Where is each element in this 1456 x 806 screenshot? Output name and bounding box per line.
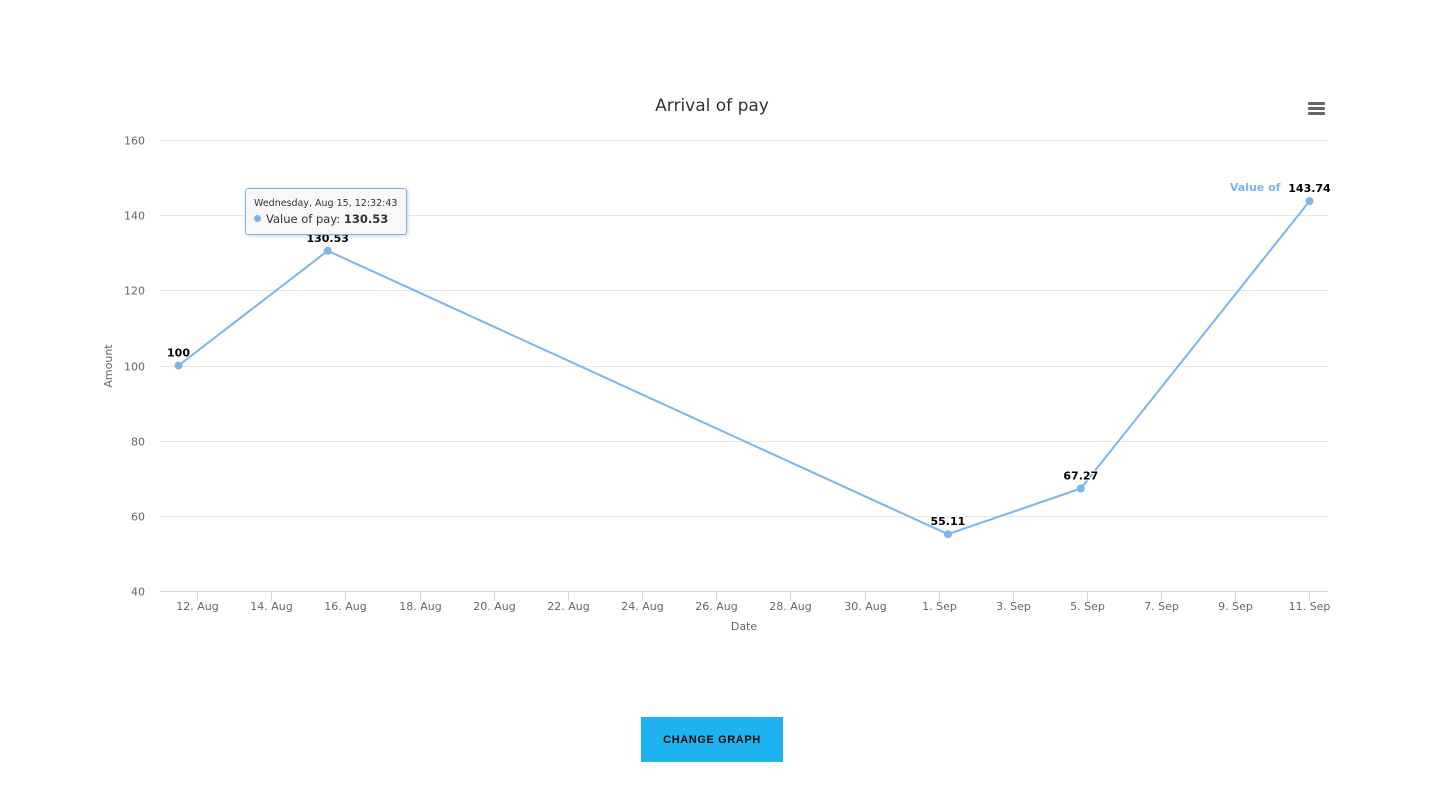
x-tick-label: 22. Aug xyxy=(547,600,589,613)
data-point xyxy=(943,530,952,539)
x-tick-label: 30. Aug xyxy=(844,600,886,613)
line-chart: Arrival of pay 40 60 80 100 120 140 160 12. Aug… xyxy=(102,96,1332,633)
x-tick-label: 16. Aug xyxy=(324,600,366,613)
data-label: 100 xyxy=(167,347,190,360)
data-label: 143.74 xyxy=(1288,182,1331,195)
y-tick-label: 120 xyxy=(124,285,145,298)
x-tick-label: 5. Sep xyxy=(1070,600,1105,613)
y-tick-label: 60 xyxy=(131,511,145,524)
change-graph-button[interactable]: CHANGE GRAPH xyxy=(641,717,783,762)
series-end-label: Value of xyxy=(1230,181,1281,194)
chart-title: Arrival of pay xyxy=(655,96,769,116)
y-tick-label: 100 xyxy=(124,361,145,374)
data-point xyxy=(323,246,332,255)
data-point xyxy=(1076,484,1085,493)
chart-menu-button[interactable] xyxy=(1303,96,1331,122)
series-value-of-pay xyxy=(174,197,1314,539)
x-tick-label: 12. Aug xyxy=(176,600,218,613)
data-label: 67.27 xyxy=(1063,470,1098,483)
tooltip-value: 130.53 xyxy=(343,212,389,226)
y-tick-label: 160 xyxy=(124,135,145,148)
x-tick-label: 7. Sep xyxy=(1144,600,1179,613)
tooltip-date: Wednesday, Aug 15, 12:32:43 xyxy=(254,198,398,209)
x-tick-label: 14. Aug xyxy=(250,600,292,613)
x-tick-label: 28. Aug xyxy=(769,600,811,613)
series-marker-icon xyxy=(254,215,261,222)
y-tick-label: 80 xyxy=(131,436,145,449)
x-tick-label: 24. Aug xyxy=(621,600,663,613)
tooltip: Wednesday, Aug 15, 12:32:43 Value of pay… xyxy=(245,188,407,235)
chart-container: Arrival of pay 40 60 80 100 120 140 160 12. Aug… xyxy=(0,0,1456,690)
x-tick-label: 11. Sep xyxy=(1289,600,1331,613)
tooltip-row: Value of pay: 130.53 xyxy=(254,212,406,227)
x-tick-label: 9. Sep xyxy=(1218,600,1253,613)
data-point xyxy=(1305,197,1314,206)
x-tick-label: 1. Sep xyxy=(922,600,957,613)
series-line xyxy=(177,200,1311,536)
x-tick-label: 26. Aug xyxy=(695,600,737,613)
x-tick-label: 18. Aug xyxy=(399,600,441,613)
data-point xyxy=(174,361,183,370)
data-label: 55.11 xyxy=(931,515,966,528)
y-tick-label: 140 xyxy=(124,210,145,223)
x-tick-label: 3. Sep xyxy=(996,600,1031,613)
y-axis-title: Amount xyxy=(102,344,115,388)
x-tick-label: 20. Aug xyxy=(473,600,515,613)
x-axis-title: Date xyxy=(731,620,758,633)
tooltip-series-label: Value of pay: xyxy=(266,212,344,226)
y-tick-label: 40 xyxy=(131,586,145,599)
